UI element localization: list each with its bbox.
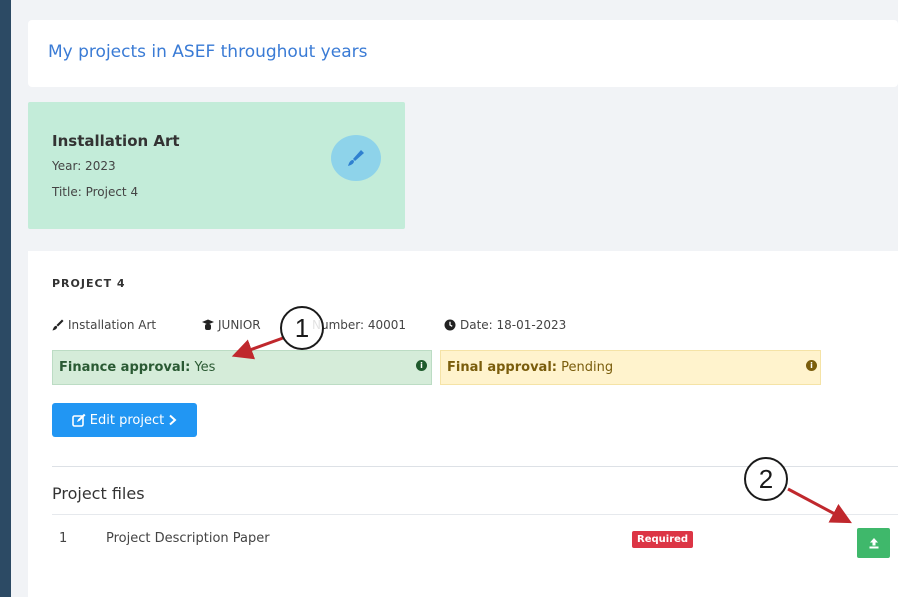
upload-button[interactable] (857, 528, 890, 558)
page-title: My projects in ASEF throughout years (48, 42, 368, 62)
brush-icon (52, 319, 64, 331)
file-row-name: Project Description Paper (106, 531, 270, 546)
clock-icon (444, 319, 456, 331)
tile-category: Installation Art (52, 132, 180, 150)
meta-number-label: Number: 40001 (312, 318, 407, 332)
edit-project-label: Edit project (89, 412, 165, 428)
final-approval-label: Final approval: (447, 360, 557, 375)
info-icon[interactable]: i (806, 360, 817, 371)
meta-category-label: Installation Art (68, 318, 157, 332)
edit-icon (71, 413, 86, 427)
callout-1: 1 (280, 306, 324, 350)
finance-approval-value: Yes (194, 360, 216, 375)
required-badge: Required (632, 531, 694, 548)
tile-title: Title: Project 4 (52, 185, 139, 199)
project-detail-card: PROJECT 4 Installation Art JUNIOR Number… (28, 251, 898, 597)
meta-level: JUNIOR (202, 318, 261, 332)
files-divider (52, 514, 898, 515)
page-header: My projects in ASEF throughout years (28, 20, 898, 87)
paintbrush-icon (331, 135, 381, 181)
project-files-heading: Project files (52, 484, 145, 503)
info-icon[interactable]: i (416, 360, 427, 371)
upload-icon (869, 538, 878, 549)
file-row-number: 1 (59, 531, 68, 546)
project-heading: PROJECT 4 (52, 277, 126, 290)
graduate-icon (202, 319, 214, 330)
meta-category: Installation Art (52, 318, 156, 332)
meta-date-label: Date: 18-01-2023 (460, 318, 567, 332)
meta-level-label: JUNIOR (218, 318, 261, 332)
finance-approval: Finance approval: Yes i (52, 350, 432, 385)
chevron-right-icon (169, 414, 177, 426)
final-approval-value: Pending (561, 360, 614, 375)
finance-approval-label: Finance approval: (59, 360, 191, 375)
tile-year: Year: 2023 (52, 159, 116, 173)
callout-2: 2 (744, 457, 788, 501)
edit-project-button[interactable]: Edit project (52, 403, 197, 437)
meta-date: Date: 18-01-2023 (444, 318, 566, 332)
final-approval: Final approval: Pending i (440, 350, 821, 385)
project-tile[interactable]: Installation Art Year: 2023 Title: Proje… (28, 102, 405, 229)
meta-number: Number: 40001 (312, 318, 406, 332)
main-panel: My projects in ASEF throughout years Ins… (11, 0, 898, 597)
